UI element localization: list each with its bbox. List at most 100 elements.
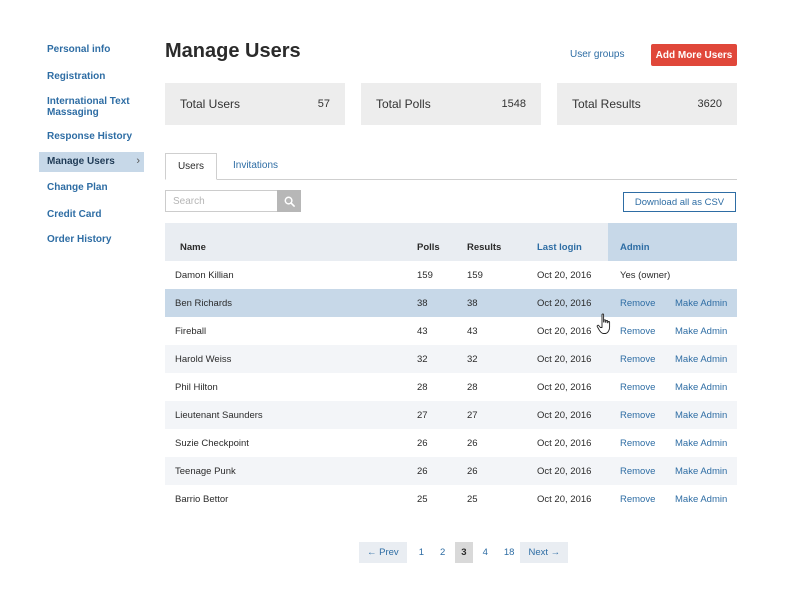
- table-row: Suzie Checkpoint 26 26 Oct 20, 2016 Remo…: [165, 429, 737, 457]
- table-header: Name Polls Results Last login Admin: [165, 223, 737, 261]
- make-admin-link[interactable]: Make Admin: [675, 410, 727, 421]
- table-row: Ben Richards 38 38 Oct 20, 2016 Remove Ma…: [165, 289, 737, 317]
- page-link-1[interactable]: 1: [413, 542, 430, 563]
- remove-link[interactable]: Remove: [620, 382, 675, 393]
- column-header-last-login[interactable]: Last login: [525, 223, 608, 261]
- sidebar-item-manage-users[interactable]: Manage Users ›: [39, 151, 144, 172]
- cell-name: Barrio Bettor: [175, 493, 229, 505]
- sidebar-item-order-history[interactable]: Order History: [39, 230, 144, 251]
- cell-polls: 27: [417, 409, 428, 421]
- cell-admin: Remove Make Admin: [608, 466, 737, 477]
- search-bar: [165, 190, 301, 212]
- page-link-4[interactable]: 4: [477, 542, 494, 563]
- cell-last-login: Oct 20, 2016: [537, 409, 592, 421]
- chevron-right-icon: ›: [136, 154, 140, 167]
- remove-link[interactable]: Remove: [620, 326, 675, 337]
- make-admin-link[interactable]: Make Admin: [675, 298, 727, 309]
- cell-results: 28: [467, 381, 478, 393]
- search-icon: [284, 196, 295, 207]
- table-row: Damon Killian 159 159 Oct 20, 2016 Yes (…: [165, 261, 737, 289]
- cell-name: Teenage Punk: [175, 465, 236, 477]
- stat-label: Total Results: [572, 97, 641, 111]
- sidebar-item-registration[interactable]: Registration: [39, 67, 144, 88]
- cell-polls: 43: [417, 325, 428, 337]
- cell-results: 159: [467, 269, 483, 281]
- stat-value: 1548: [501, 98, 526, 110]
- column-header-name[interactable]: Name: [165, 223, 405, 261]
- cell-name: Ben Richards: [175, 297, 233, 309]
- cell-results: 25: [467, 493, 478, 505]
- cell-results: 38: [467, 297, 478, 309]
- table-row: Teenage Punk 26 26 Oct 20, 2016 Remove Ma…: [165, 457, 737, 485]
- stat-card-total-polls: Total Polls 1548: [361, 83, 541, 125]
- table-row: Barrio Bettor 25 25 Oct 20, 2016 Remove M…: [165, 485, 737, 513]
- cell-results: 27: [467, 409, 478, 421]
- make-admin-link[interactable]: Make Admin: [675, 382, 727, 393]
- sidebar-item-personal-info[interactable]: Personal info: [39, 40, 144, 61]
- search-input[interactable]: [165, 190, 277, 212]
- cell-polls: 32: [417, 353, 428, 365]
- tab-users[interactable]: Users: [165, 153, 217, 180]
- stat-card-total-results: Total Results 3620: [557, 83, 737, 125]
- stat-label: Total Users: [180, 97, 241, 111]
- page-title: Manage Users: [165, 40, 301, 62]
- remove-link[interactable]: Remove: [620, 410, 675, 421]
- remove-link[interactable]: Remove: [620, 354, 675, 365]
- cell-results: 26: [467, 437, 478, 449]
- cell-name: Fireball: [175, 325, 207, 337]
- cell-admin: Remove Make Admin: [608, 438, 737, 449]
- tab-invitations[interactable]: Invitations: [219, 153, 292, 180]
- stat-card-total-users: Total Users 57: [165, 83, 345, 125]
- page-link-current[interactable]: 3: [455, 542, 473, 563]
- cell-last-login: Oct 20, 2016: [537, 465, 592, 477]
- cell-polls: 159: [417, 269, 433, 281]
- make-admin-link[interactable]: Make Admin: [675, 326, 727, 337]
- sidebar-item-international-text[interactable]: International Text Massaging: [39, 92, 144, 123]
- table-row: Harold Weiss 32 32 Oct 20, 2016 Remove Ma…: [165, 345, 737, 373]
- cell-admin: Remove Make Admin: [608, 298, 737, 309]
- make-admin-link[interactable]: Make Admin: [675, 438, 727, 449]
- table-row: Lieutenant Saunders 27 27 Oct 20, 2016 R…: [165, 401, 737, 429]
- tab-bar: Users Invitations: [165, 153, 737, 180]
- next-page-button[interactable]: Next →: [520, 542, 569, 563]
- make-admin-link[interactable]: Make Admin: [675, 494, 727, 505]
- sidebar-nav: Personal info Registration International…: [39, 40, 144, 251]
- cell-last-login: Oct 20, 2016: [537, 297, 592, 309]
- cell-admin: Yes (owner): [608, 270, 737, 281]
- table-row: Phil Hilton 28 28 Oct 20, 2016 Remove Mak…: [165, 373, 737, 401]
- remove-link[interactable]: Remove: [620, 494, 675, 505]
- cell-last-login: Oct 20, 2016: [537, 381, 592, 393]
- cell-admin: Remove Make Admin: [608, 410, 737, 421]
- stat-label: Total Polls: [376, 97, 431, 111]
- sidebar-item-response-history[interactable]: Response History: [39, 127, 144, 148]
- page-link-2[interactable]: 2: [434, 542, 451, 563]
- download-csv-button[interactable]: Download all as CSV: [623, 192, 736, 212]
- prev-page-button[interactable]: ← Prev: [359, 542, 407, 563]
- column-header-admin[interactable]: Admin: [608, 223, 737, 261]
- cell-name: Suzie Checkpoint: [175, 437, 249, 449]
- cell-polls: 38: [417, 297, 428, 309]
- cell-name: Lieutenant Saunders: [175, 409, 263, 421]
- search-button[interactable]: [277, 190, 301, 212]
- cell-results: 32: [467, 353, 478, 365]
- column-header-polls[interactable]: Polls: [405, 223, 455, 261]
- user-groups-link[interactable]: User groups: [570, 49, 624, 60]
- remove-link[interactable]: Remove: [620, 466, 675, 477]
- cell-admin: Remove Make Admin: [608, 354, 737, 365]
- remove-link[interactable]: Remove: [620, 298, 675, 309]
- cell-polls: 26: [417, 465, 428, 477]
- stat-value: 57: [317, 98, 330, 110]
- make-admin-link[interactable]: Make Admin: [675, 354, 727, 365]
- make-admin-link[interactable]: Make Admin: [675, 466, 727, 477]
- sidebar-item-change-plan[interactable]: Change Plan: [39, 178, 144, 199]
- cell-results: 26: [467, 465, 478, 477]
- table-row: Fireball 43 43 Oct 20, 2016 Remove Make A…: [165, 317, 737, 345]
- add-more-users-button[interactable]: Add More Users: [651, 44, 737, 66]
- cell-last-login: Oct 20, 2016: [537, 353, 592, 365]
- page-link-18[interactable]: 18: [498, 542, 521, 563]
- remove-link[interactable]: Remove: [620, 438, 675, 449]
- column-header-results[interactable]: Results: [455, 223, 525, 261]
- sidebar-item-credit-card[interactable]: Credit Card: [39, 205, 144, 226]
- cell-name: Harold Weiss: [175, 353, 232, 365]
- owner-label: Yes (owner): [620, 269, 671, 281]
